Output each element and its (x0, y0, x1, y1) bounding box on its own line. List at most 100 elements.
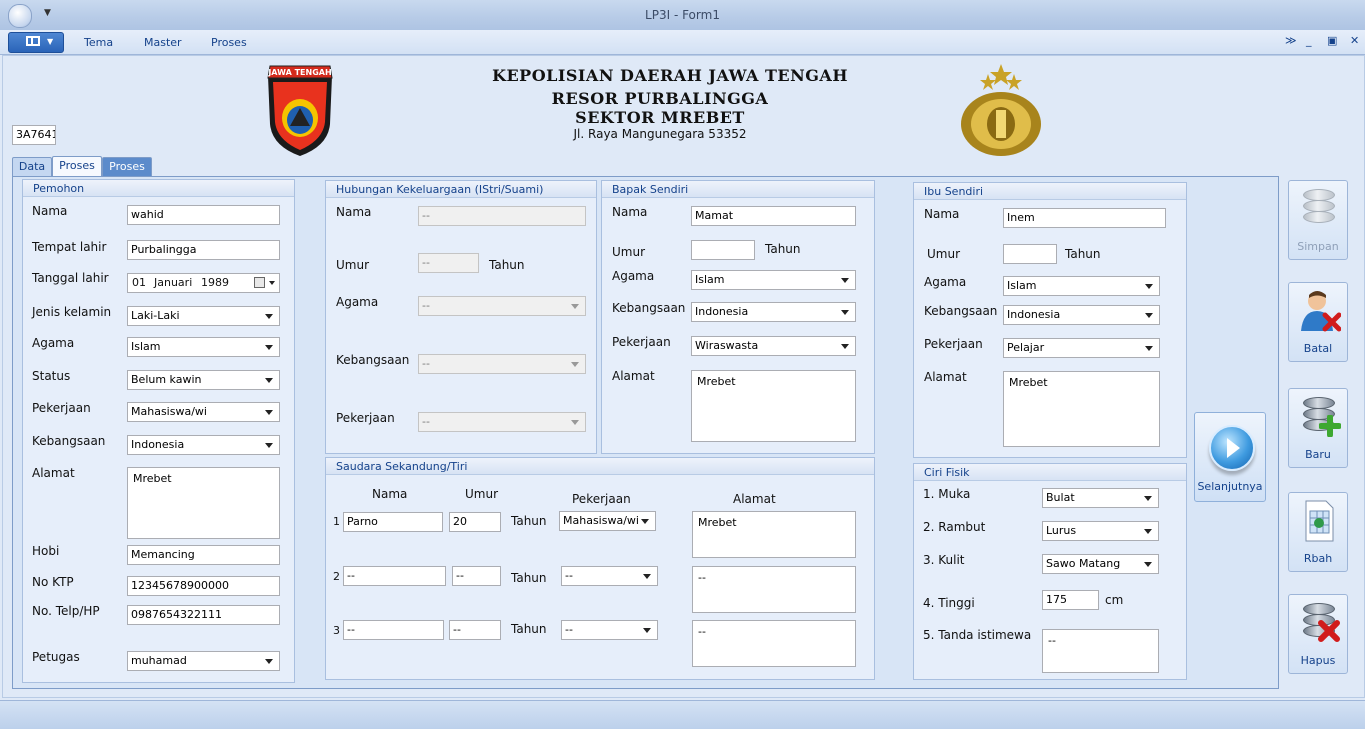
saudara-nama-input[interactable]: -- (343, 620, 444, 640)
ibu-agama-select[interactable]: Islam (1003, 276, 1160, 296)
label-tahun: Tahun (765, 242, 801, 256)
baru-button[interactable]: Baru (1288, 388, 1348, 468)
saudara-umur-input[interactable]: 20 (449, 512, 501, 532)
ibu-nama-input[interactable]: Inem (1003, 208, 1166, 228)
pemohon-telp-input[interactable]: 0987654322111 (127, 605, 280, 625)
tanda-istimewa-textarea[interactable]: -- (1042, 629, 1159, 673)
label-pasangan-pekerjaan: Pekerjaan (336, 411, 395, 425)
tab-proses-active[interactable]: Proses (52, 156, 102, 177)
bapak-kebangsaan-select[interactable]: Indonesia (691, 302, 856, 322)
label-ibu-agama: Agama (924, 275, 967, 289)
pasangan-kebangsaan-select[interactable]: -- (418, 354, 586, 374)
muka-select[interactable]: Bulat (1042, 488, 1159, 508)
header-sector: SEKTOR MREBET (575, 108, 745, 127)
saudara-umur-input[interactable]: -- (449, 620, 501, 640)
document-edit-icon (1305, 500, 1334, 542)
hapus-button[interactable]: Hapus (1288, 594, 1348, 674)
pasangan-agama-select[interactable]: -- (418, 296, 586, 316)
ibu-kebangsaan-select[interactable]: Indonesia (1003, 305, 1160, 325)
record-id-field[interactable]: 3A7641( (12, 125, 56, 145)
tinggi-input[interactable]: 175 (1042, 590, 1099, 610)
saudara-pekerjaan-select[interactable]: Mahasiswa/wi (559, 511, 656, 531)
rbah-label: Rbah (1303, 552, 1333, 565)
menu-icon (26, 36, 40, 46)
saudara-alamat-textarea[interactable]: Mrebet (692, 511, 856, 558)
row-number: 3 (333, 624, 340, 637)
pemohon-status-select[interactable]: Belum kawin (127, 370, 280, 390)
label-bapak-kebangsaan: Kebangsaan (612, 301, 686, 315)
quick-access-dropdown-icon[interactable]: ▼ (44, 8, 51, 18)
pemohon-tanggal-lahir-picker[interactable]: 01 Januari 1989 (127, 273, 280, 293)
ibu-alamat-textarea[interactable]: Mrebet (1003, 371, 1160, 447)
tab-proses[interactable]: Proses (102, 157, 152, 176)
pasangan-umur-input[interactable]: -- (418, 253, 479, 273)
label-hobi: Hobi (32, 544, 60, 558)
rambut-select[interactable]: Lurus (1042, 521, 1159, 541)
ibu-umur-input[interactable] (1003, 244, 1057, 264)
saudara-pekerjaan-select[interactable]: -- (561, 620, 658, 640)
col-header-umur: Umur (465, 487, 499, 501)
pemohon-ktp-input[interactable]: 12345678900000 (127, 576, 280, 596)
batal-button[interactable]: Batal (1288, 282, 1348, 362)
header-address: Jl. Raya Mangunegara 53352 (573, 127, 747, 141)
selanjutnya-button[interactable]: Selanjutnya (1194, 412, 1266, 502)
saudara-pekerjaan-select[interactable]: -- (561, 566, 658, 586)
minimize-icon[interactable]: _ (1306, 34, 1312, 47)
kulit-select[interactable]: Sawo Matang (1042, 554, 1159, 574)
pemohon-alamat-textarea[interactable]: Mrebet (127, 467, 280, 539)
application-menu-button[interactable]: ▼ (8, 32, 64, 53)
simpan-button[interactable]: Simpan (1288, 180, 1348, 260)
pemohon-pekerjaan-select[interactable]: Mahasiswa/wi (127, 402, 280, 422)
polri-emblem (961, 64, 1041, 156)
calendar-icon[interactable] (254, 277, 265, 288)
label-agama: Agama (32, 336, 75, 350)
label-bapak-pekerjaan: Pekerjaan (612, 335, 671, 349)
bapak-agama-select[interactable]: Islam (691, 270, 856, 290)
date-month: Januari (154, 276, 193, 289)
label-tahun: Tahun (511, 514, 547, 528)
bapak-umur-input[interactable] (691, 240, 755, 260)
group-title: Pemohon (23, 180, 294, 197)
restore-icon[interactable]: ▣ (1327, 34, 1337, 47)
batal-label: Batal (1303, 342, 1333, 355)
pemohon-tempat-lahir-input[interactable]: Purbalingga (127, 240, 280, 260)
label-bapak-umur: Umur (612, 245, 646, 259)
pemohon-agama-select[interactable]: Islam (127, 337, 280, 357)
col-header-alamat: Alamat (733, 492, 776, 506)
ribbon-tab-proses[interactable]: Proses (211, 36, 247, 49)
saudara-alamat-textarea[interactable]: -- (692, 620, 856, 667)
office-orb-icon[interactable] (8, 4, 32, 28)
label-cm: cm (1105, 593, 1124, 607)
bapak-pekerjaan-select[interactable]: Wiraswasta (691, 336, 856, 356)
ribbon-tab-tema[interactable]: Tema (84, 36, 113, 49)
saudara-umur-input[interactable]: -- (452, 566, 501, 586)
row-number: 1 (333, 515, 340, 528)
ibu-pekerjaan-select[interactable]: Pelajar (1003, 338, 1160, 358)
bapak-nama-input[interactable]: Mamat (691, 206, 856, 226)
petugas-select[interactable]: muhamad (127, 651, 280, 671)
bapak-alamat-textarea[interactable]: Mrebet (691, 370, 856, 442)
ribbon-collapse-icon[interactable]: ≫ (1285, 34, 1297, 47)
pemohon-nama-input[interactable]: wahid (127, 205, 280, 225)
pasangan-pekerjaan-select[interactable]: -- (418, 412, 586, 432)
saudara-nama-input[interactable]: -- (343, 566, 446, 586)
jawa-tengah-logo: JAWA TENGAH (267, 65, 333, 156)
logo-text: JAWA TENGAH (267, 68, 331, 77)
pemohon-kebangsaan-select[interactable]: Indonesia (127, 435, 280, 455)
pasangan-nama-input[interactable]: -- (418, 206, 586, 226)
rbah-button[interactable]: Rbah (1288, 492, 1348, 572)
tab-data[interactable]: Data (12, 157, 52, 176)
pemohon-jenis-kelamin-select[interactable]: Laki-Laki (127, 306, 280, 326)
baru-label: Baru (1305, 448, 1331, 461)
ribbon-tab-master[interactable]: Master (144, 36, 182, 49)
saudara-alamat-textarea[interactable]: -- (692, 566, 856, 613)
group-title: Ciri Fisik (914, 464, 1186, 481)
saudara-nama-input[interactable]: Parno (343, 512, 443, 532)
label-bapak-agama: Agama (612, 269, 655, 283)
col-header-pekerjaan: Pekerjaan (572, 492, 631, 506)
close-icon[interactable]: ✕ (1350, 34, 1359, 47)
pemohon-hobi-input[interactable]: Memancing (127, 545, 280, 565)
label-no-ktp: No KTP (32, 575, 74, 589)
user-cancel-icon (1301, 291, 1341, 332)
window-title: LP3I - Form1 (645, 8, 720, 22)
